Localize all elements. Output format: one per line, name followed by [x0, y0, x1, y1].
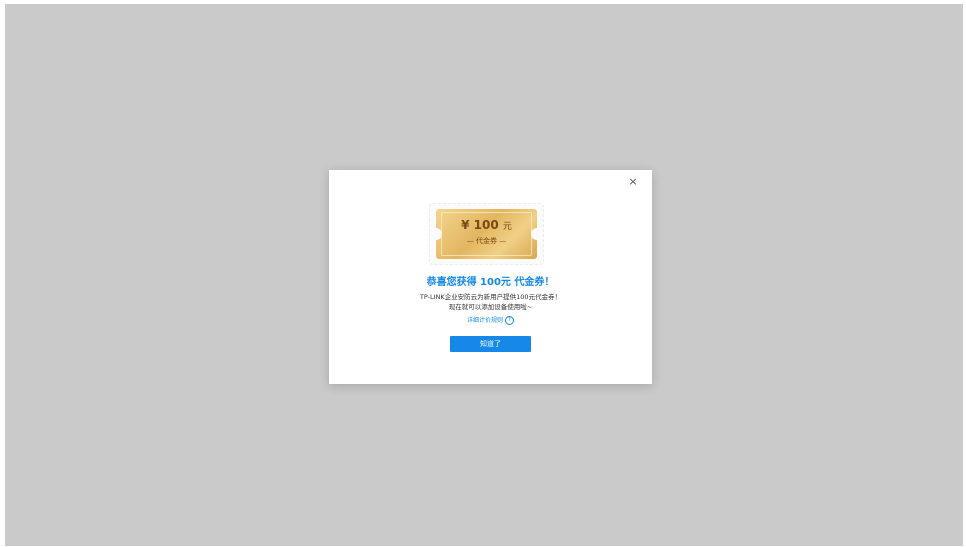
voucher-unit: 元: [502, 222, 512, 232]
voucher-frame: ¥ 100 元 — 代金券 —: [429, 203, 544, 265]
pricing-rules-label: 详细计价规则: [466, 317, 503, 324]
pricing-rules-link[interactable]: 详细计价规则?: [329, 315, 652, 325]
confirm-button[interactable]: 知道了: [450, 336, 531, 352]
voucher-value: 100: [473, 218, 499, 232]
voucher-dialog: × ¥ 100 元 — 代金券 — 恭喜您获得 100元 代金券！ TP-LIN…: [329, 170, 652, 384]
help-circle-icon: ?: [505, 316, 514, 325]
voucher-label: — 代金券 —: [466, 237, 507, 245]
voucher-currency: ¥: [461, 218, 470, 232]
dialog-description-line1: TP-LINK企业安防云为新用户提供100元代金券！: [419, 293, 562, 301]
voucher-amount: ¥ 100 元: [436, 218, 537, 232]
close-icon[interactable]: ×: [626, 175, 640, 189]
dialog-description-line2: 现在就可以添加设备使用啦~: [448, 303, 533, 311]
dialog-title: 恭喜您获得 100元 代金券！: [426, 277, 555, 288]
voucher-ticket: ¥ 100 元 — 代金券 —: [430, 209, 543, 259]
